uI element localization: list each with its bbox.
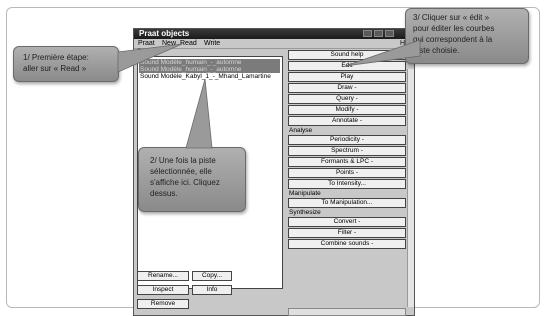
callout-step-3-line: pour éditer les courbes	[413, 24, 495, 33]
list-item[interactable]: Sound Modèle_humain_-_automne	[139, 66, 280, 73]
menu-read[interactable]: Read	[180, 39, 197, 48]
window-title: Praat objects	[139, 29, 190, 38]
callout-step-2-line: 2/ Une fois la piste	[150, 156, 216, 165]
callout-step-2-text: 2/ Une fois la piste sélectionnée, elle …	[150, 155, 220, 199]
callout-step-1-line: 1/ Première étape:	[23, 53, 89, 62]
edit-button[interactable]: Edit	[288, 61, 406, 71]
menu-bar: Praat New Read Write He	[134, 39, 414, 49]
periodicity-button[interactable]: Periodicity -	[288, 135, 406, 145]
callout-step-1-text: 1/ Première étape: aller sur « Read »	[23, 52, 89, 74]
close-icon[interactable]	[385, 30, 394, 37]
remove-button[interactable]: Remove	[137, 299, 189, 309]
points-button[interactable]: Points -	[288, 168, 406, 178]
vertical-scrollbar[interactable]	[407, 69, 414, 307]
play-button[interactable]: Play	[288, 72, 406, 82]
list-item[interactable]: Sound Modèle_humain_-_automne	[139, 59, 280, 66]
spectrum-button[interactable]: Spectrum -	[288, 146, 406, 156]
manipulate-section-label: Manipulate	[289, 190, 321, 197]
maximize-icon[interactable]	[374, 30, 383, 37]
formants-lpc-button[interactable]: Formants & LPC -	[288, 157, 406, 167]
objects-label: Objects:	[137, 49, 160, 55]
info-button[interactable]: Info	[192, 285, 232, 295]
window-titlebar: Praat objects	[134, 29, 414, 39]
synthesize-section-label: Synthesize	[289, 209, 321, 216]
filter-button[interactable]: Filter -	[288, 228, 406, 238]
menu-write[interactable]: Write	[204, 39, 220, 48]
list-item[interactable]: Sound Modèle_Kabyl_1_-_Mhand_Lamartine	[139, 73, 271, 80]
to-manipulation-button[interactable]: To Manipulation...	[288, 198, 406, 208]
inspect-button[interactable]: Inspect	[137, 285, 189, 295]
rename-button[interactable]: Rename...	[137, 271, 189, 281]
menu-praat[interactable]: Praat	[138, 39, 155, 48]
callout-step-3-line: piste choisie.	[413, 46, 460, 55]
sound-help-button[interactable]: Sound help	[288, 50, 406, 60]
analyse-section-label: Analyse	[289, 127, 313, 134]
convert-button[interactable]: Convert -	[288, 217, 406, 227]
query-button[interactable]: Query -	[288, 94, 406, 104]
combine-sounds-button[interactable]: Combine sounds -	[288, 239, 406, 249]
draw-button[interactable]: Draw -	[288, 83, 406, 93]
annotate-button[interactable]: Annotate -	[288, 116, 406, 126]
copy-button[interactable]: Copy...	[192, 271, 232, 281]
modify-button[interactable]: Modify -	[288, 105, 406, 115]
callout-step-2-line: dessus.	[150, 189, 178, 198]
callout-step-2-line: s'affiche ici. Cliquez	[150, 178, 220, 187]
callout-step-3-line: 3/ Cliquer sur « édit »	[413, 13, 490, 22]
minimize-icon[interactable]	[363, 30, 372, 37]
to-intensity-button[interactable]: To Intensity...	[288, 179, 406, 189]
menu-new[interactable]: New	[162, 39, 176, 48]
callout-step-3-line: qui correspondent à la	[413, 35, 493, 44]
callout-step-2-line: sélectionnée, elle	[150, 167, 212, 176]
callout-step-1-line: aller sur « Read »	[23, 64, 87, 73]
callout-step-3-text: 3/ Cliquer sur « édit » pour éditer les …	[413, 12, 494, 56]
